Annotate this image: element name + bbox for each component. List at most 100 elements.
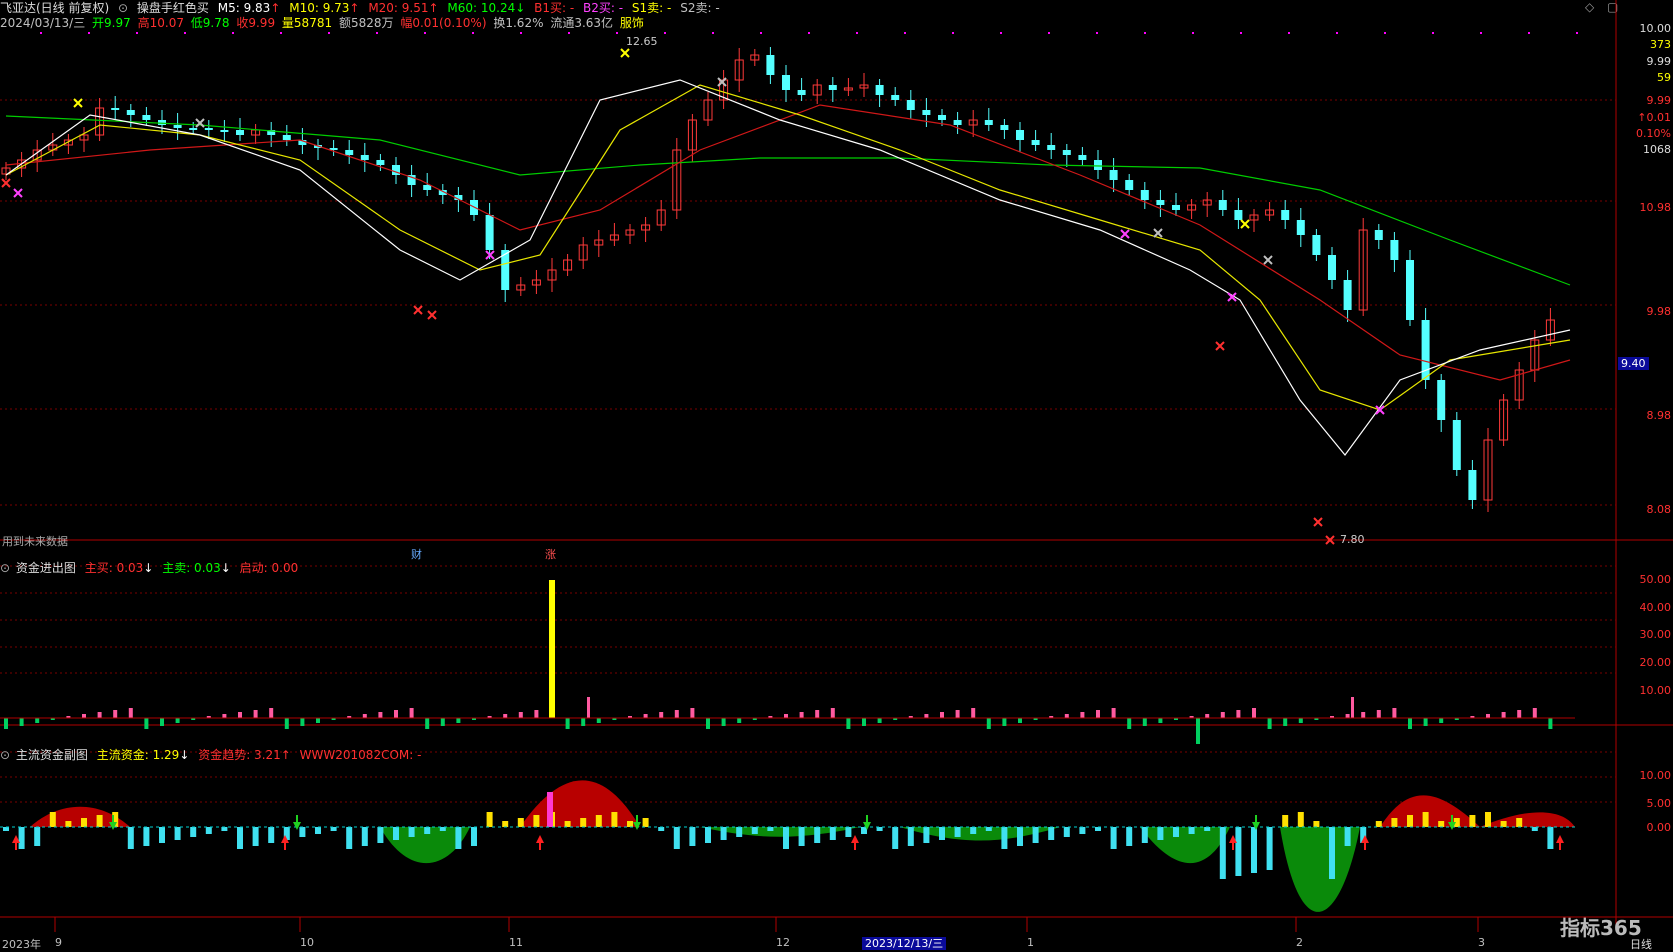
panel2-qushi: 资金趋势: 3.21 xyxy=(198,748,281,762)
panel2-collapse-icon[interactable]: ⊙ xyxy=(0,748,10,762)
fund-bar-down xyxy=(907,827,914,846)
flow-bar-up xyxy=(1252,708,1256,718)
flow-bar-down xyxy=(440,718,445,726)
date-tick-9: 9 xyxy=(55,936,62,949)
signal-dot xyxy=(88,32,90,34)
candle-down xyxy=(1140,190,1149,200)
flow-bar-up xyxy=(690,708,695,718)
flow-bar-up xyxy=(238,712,242,718)
fund-bar-down xyxy=(876,827,883,831)
fund-bar-down xyxy=(190,827,197,837)
fund-bar-down xyxy=(954,827,961,837)
candle-down xyxy=(111,108,120,110)
fund-bar-down xyxy=(829,827,836,840)
flow-bar-down xyxy=(144,718,149,729)
candle-down xyxy=(189,128,198,130)
flow-bar-down xyxy=(425,718,430,729)
flow-bar-up xyxy=(659,712,664,718)
event-finance[interactable]: 财 xyxy=(411,546,422,562)
fund-bar-up xyxy=(1375,821,1382,827)
signal-dot xyxy=(232,32,234,34)
fund-bar-up xyxy=(1407,815,1413,827)
flow-bar-down xyxy=(986,718,991,729)
flow-bar-up xyxy=(1376,710,1381,718)
flow-bar-down xyxy=(1548,718,1553,729)
signal-dot xyxy=(1048,32,1050,34)
panel2-title[interactable]: 主流资金副图 xyxy=(16,748,88,762)
flow-bar-down xyxy=(706,718,710,729)
flow-bar-up xyxy=(1064,714,1069,718)
fund-bar-down xyxy=(892,827,899,849)
fund-bar-magenta xyxy=(547,792,553,827)
flow-bar-up xyxy=(924,714,929,718)
fund-bar-up xyxy=(1485,812,1491,827)
signal-dot xyxy=(1336,32,1338,34)
axis-change: ↑0.01 xyxy=(1637,111,1671,124)
flow-bar-up xyxy=(940,712,944,718)
flow-bar-up xyxy=(97,712,102,718)
period-label[interactable]: 日线 xyxy=(1630,936,1652,952)
p1-axis-30: 30.00 xyxy=(1639,628,1672,641)
panel1-collapse-icon[interactable]: ⊙ xyxy=(0,561,10,575)
flow-bar-up xyxy=(128,708,133,718)
flow-bar-spike xyxy=(549,580,555,718)
flow-bar-up xyxy=(1205,714,1210,718)
flow-bar-up xyxy=(830,708,835,718)
axis-tick-3: 8.98 xyxy=(1646,409,1672,422)
candle-down xyxy=(1016,130,1024,140)
up-arrow-icon: ↑ xyxy=(280,748,291,762)
fund-bar-down xyxy=(346,827,353,849)
flow-bar-down xyxy=(300,718,305,726)
candle-down xyxy=(236,130,244,135)
fund-bar-down xyxy=(377,827,384,843)
fund-area-red xyxy=(1480,812,1575,827)
fund-bar-down xyxy=(1219,827,1226,879)
fund-bar-down xyxy=(299,827,306,837)
axis-volume-b: 59 xyxy=(1657,71,1671,84)
fund-bar-down xyxy=(1188,827,1195,834)
panel1-title[interactable]: 资金进出图 xyxy=(16,561,76,575)
flow-bar-up xyxy=(1111,708,1116,718)
fund-bar-down xyxy=(1001,827,1008,849)
fund-bar-down xyxy=(689,827,696,846)
flow-bar-up xyxy=(269,708,274,718)
fund-bar-up xyxy=(81,818,87,827)
flow-bar-down xyxy=(19,718,24,726)
candle-down xyxy=(1172,205,1180,210)
flow-bar-down xyxy=(1408,718,1412,729)
flow-bar-up xyxy=(1517,710,1522,718)
flow-bar-up xyxy=(253,710,258,718)
flow-bar-up xyxy=(503,714,508,718)
fund-bar-down xyxy=(814,827,821,843)
signal-dot xyxy=(808,32,810,34)
date-tick-11: 11 xyxy=(509,936,523,949)
candle-down xyxy=(1078,155,1087,160)
fund-bar-down xyxy=(1266,827,1273,870)
price-marker: 9.40 xyxy=(1618,357,1671,370)
p1-axis-50: 50.00 xyxy=(1639,573,1672,586)
fund-bar-down xyxy=(127,827,134,849)
flow-bar-up xyxy=(955,710,960,718)
date-tick-10: 10 xyxy=(300,936,314,949)
candle-down xyxy=(938,115,946,120)
panel2-zhuliu: 主流资金: 1.29 xyxy=(96,748,180,762)
p2-axis-0: 0.00 xyxy=(1646,821,1672,834)
event-limit-up[interactable]: 涨 xyxy=(545,546,556,562)
candle-down xyxy=(158,120,166,125)
flow-bar-up xyxy=(534,710,539,718)
candle-down xyxy=(204,128,213,130)
fund-bar-down xyxy=(455,827,462,849)
flow-bar-up xyxy=(1220,712,1225,718)
flow-bar-up xyxy=(394,710,398,718)
candle-down xyxy=(1109,170,1118,180)
fund-bar-up xyxy=(502,821,509,827)
signal-dot xyxy=(760,32,762,34)
signal-dot xyxy=(664,32,666,34)
fund-bar-down xyxy=(252,827,259,846)
signal-dot xyxy=(280,32,282,34)
signal-dot xyxy=(1432,32,1434,34)
fund-bar-down xyxy=(1235,827,1242,876)
fund-bar-up xyxy=(1438,821,1445,827)
kline-chart[interactable] xyxy=(0,0,1673,951)
low-price-label: 7.80 xyxy=(1340,533,1365,546)
